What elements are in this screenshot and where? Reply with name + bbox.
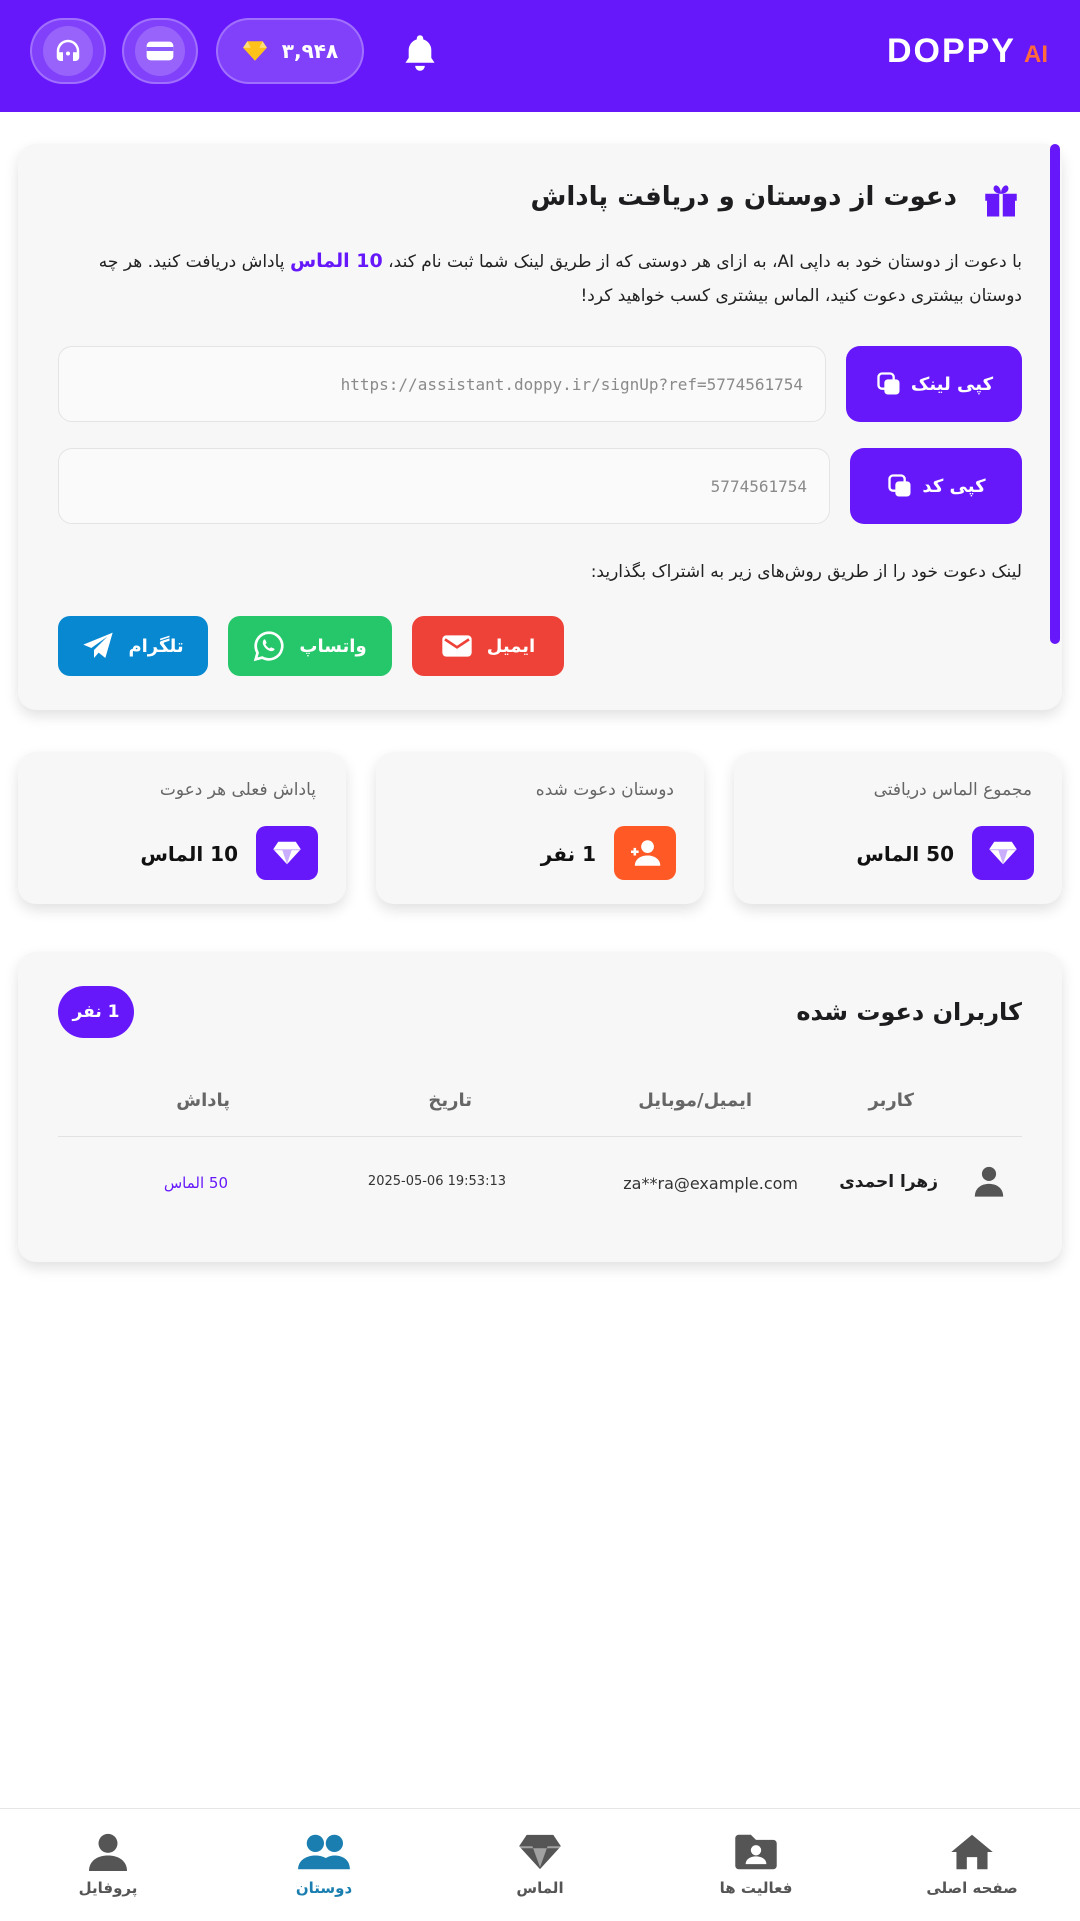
- share-email-button[interactable]: ایمیل: [412, 616, 564, 676]
- email-icon: [442, 635, 472, 657]
- top-bar: ۳,۹۴۸ DOPPY AI: [0, 0, 1080, 112]
- share-telegram-button[interactable]: تلگرام: [58, 616, 208, 676]
- diamond-icon: [256, 826, 318, 880]
- diamond-icon: [242, 41, 267, 61]
- nav-item-friends[interactable]: دوستان: [216, 1809, 432, 1921]
- diamond-icon: [972, 826, 1034, 880]
- nav-item-diamond[interactable]: الماس: [432, 1809, 648, 1921]
- stat-invited-friends: دوستان دعوت شده 1 نفر: [376, 752, 704, 904]
- copy-link-button[interactable]: کپی لینک: [846, 346, 1022, 422]
- headset-icon: [43, 26, 93, 76]
- invite-reward: 50 الماس: [163, 1174, 228, 1192]
- invite-code-field[interactable]: 5774561754: [58, 448, 830, 524]
- users-icon: [298, 1834, 350, 1870]
- user-contact: za**ra@example.com: [623, 1174, 798, 1193]
- folder-user-icon: [735, 1834, 777, 1870]
- diamond-balance-button[interactable]: ۳,۹۴۸: [216, 18, 364, 84]
- invite-card: دعوت از دوستان و دریافت پاداش با دعوت از…: [18, 144, 1062, 710]
- copy-icon: [877, 372, 900, 395]
- nav-item-home[interactable]: صفحه اصلی: [864, 1809, 1080, 1921]
- nav-item-profile[interactable]: پروفایل: [0, 1809, 216, 1921]
- column-header-contact: ایمیل/موبایل: [638, 1090, 752, 1111]
- nav-item-activities[interactable]: فعالیت ها: [648, 1809, 864, 1921]
- column-header-date: تاریخ: [428, 1090, 472, 1111]
- column-header-reward: پاداش: [176, 1090, 230, 1111]
- bell-icon: [405, 35, 435, 71]
- count-badge: 1 نفر: [58, 986, 134, 1038]
- support-button[interactable]: [30, 18, 106, 84]
- bottom-nav: صفحه اصلی فعالیت ها الماس دوستان پروفایل: [0, 1808, 1080, 1920]
- invite-date: 2025-05-06 19:53:13: [367, 1174, 506, 1189]
- telegram-icon: [83, 632, 114, 658]
- gift-icon: [980, 178, 1022, 224]
- notifications-button[interactable]: [400, 32, 440, 78]
- card-scrollbar[interactable]: [1050, 144, 1060, 644]
- stat-reward-per-invite: پاداش فعلی هر دعوت 10 الماس: [18, 752, 346, 904]
- user-icon: [89, 1833, 127, 1871]
- stat-total-diamonds: مجموع الماس دریافتی 50 الماس: [734, 752, 1062, 904]
- invite-title: دعوت از دوستان و دریافت پاداش: [530, 182, 957, 212]
- share-whatsapp-button[interactable]: واتساپ: [228, 616, 392, 676]
- users-title: کاربران دعوت شده: [796, 998, 1022, 1026]
- column-header-user: کاربر: [868, 1090, 914, 1111]
- diamond-balance: ۳,۹۴۸: [281, 39, 339, 63]
- user-name: زهرا احمدی: [839, 1172, 938, 1192]
- table-divider: [58, 1136, 1022, 1137]
- add-user-icon: [614, 826, 676, 880]
- wallet-button[interactable]: [122, 18, 198, 84]
- reward-highlight: 10 الماس: [289, 250, 383, 272]
- wallet-icon: [135, 26, 185, 76]
- whatsapp-icon: [254, 631, 284, 662]
- user-avatar-icon: [972, 1164, 1006, 1202]
- brand-logo[interactable]: DOPPY AI: [887, 32, 1048, 71]
- share-hint: لینک دعوت خود را از طریق روش‌های زیر به …: [590, 562, 1022, 582]
- home-icon: [951, 1834, 993, 1870]
- invite-description: با دعوت از دوستان خود به داپی AI، به ازا…: [98, 250, 1022, 306]
- copy-icon: [888, 474, 911, 497]
- invite-link-field[interactable]: https://assistant.doppy.ir/signUp?ref=57…: [58, 346, 826, 422]
- diamond-icon: [519, 1834, 561, 1870]
- invited-users-card: کاربران دعوت شده 1 نفر کاربر ایمیل/موبای…: [18, 952, 1062, 1262]
- copy-code-button[interactable]: کپی کد: [850, 448, 1022, 524]
